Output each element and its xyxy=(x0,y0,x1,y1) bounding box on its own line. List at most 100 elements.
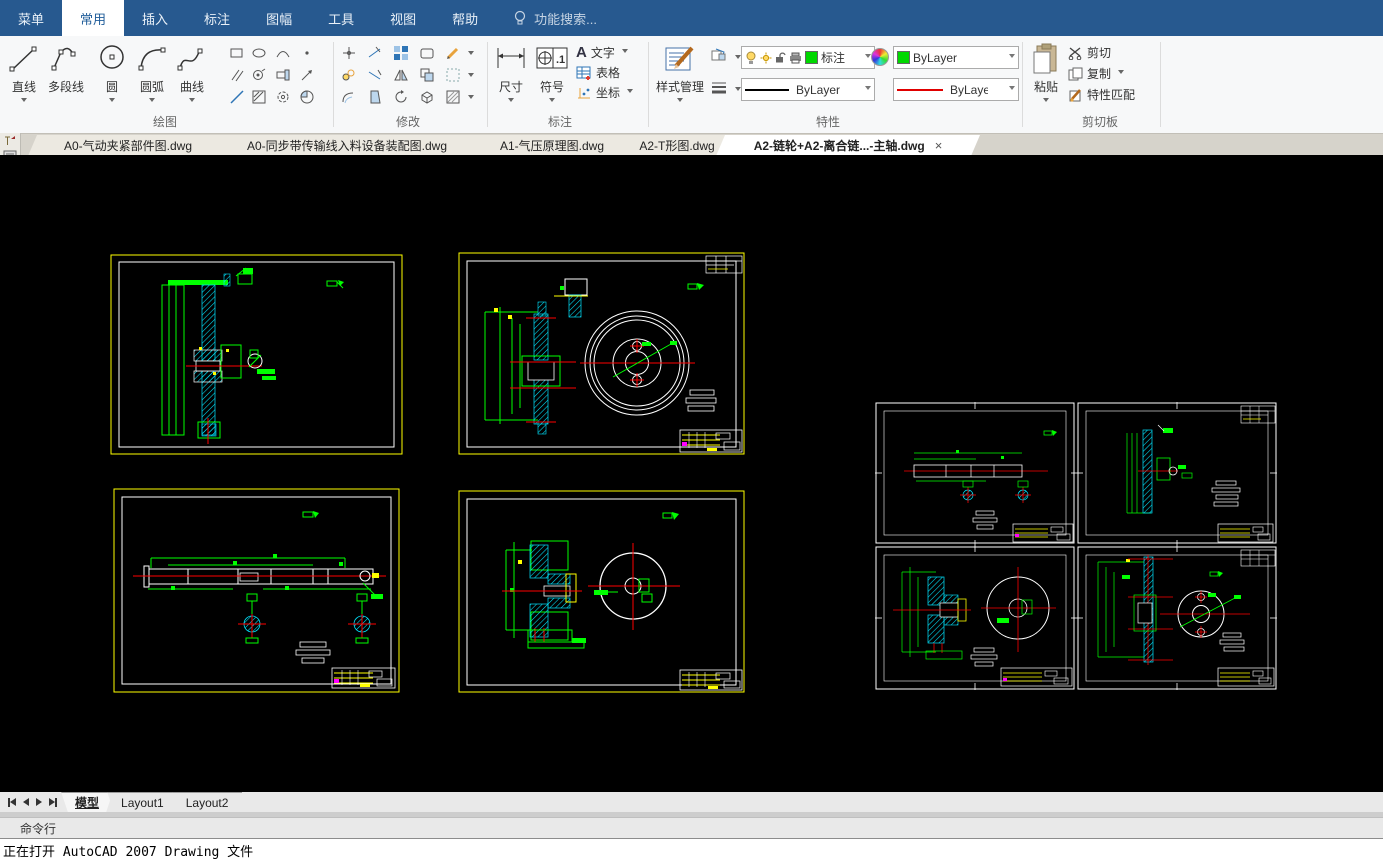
dropdown-caret xyxy=(1009,86,1015,93)
sheet-sprocket-section[interactable] xyxy=(110,254,403,455)
text-button[interactable]: A 文字 xyxy=(576,44,628,61)
table-button[interactable]: 表格 xyxy=(576,64,620,81)
lineweight-sample xyxy=(897,88,943,91)
dropdown-caret[interactable] xyxy=(462,66,480,84)
array-tool-icon[interactable] xyxy=(392,44,410,62)
tab-layout1[interactable]: Layout1 xyxy=(107,792,178,813)
hole-axle-tool-icon[interactable] xyxy=(274,66,292,84)
mini-top-table xyxy=(1240,405,1276,424)
menu-item-bangzhu[interactable]: 帮助 xyxy=(434,0,496,36)
doc-tab-5-active[interactable]: A2-链轮+A2-离合链...-主轴.dwg × xyxy=(716,135,980,156)
last-sheet-button[interactable] xyxy=(49,797,57,807)
revision-curve-tool-icon[interactable] xyxy=(274,44,292,62)
dropdown-caret xyxy=(508,98,514,105)
stretch-tool-icon[interactable] xyxy=(418,44,436,62)
command-panel-header: 命令行 xyxy=(0,817,1383,839)
construction-line-tool-icon[interactable] xyxy=(228,88,246,106)
dropdown-caret[interactable] xyxy=(462,44,480,62)
tool-curve-button[interactable]: 曲线 xyxy=(174,42,210,118)
tool-polyline-button[interactable]: 多段线 xyxy=(42,42,90,118)
color-wheel-icon[interactable] xyxy=(871,48,889,66)
tab-model[interactable]: 模型 xyxy=(61,792,113,813)
cut-button[interactable]: 剪切 xyxy=(1068,44,1111,61)
trim-tool-icon[interactable] xyxy=(366,44,384,62)
menu-bar: 菜单 常用 插入 标注 图幅 工具 视图 帮助 功能搜索... xyxy=(0,0,1383,36)
command-line-text: 正在打开 AutoCAD 2007 Drawing 文件 xyxy=(3,844,254,860)
move-tool-icon[interactable] xyxy=(340,44,358,62)
rectangle-tool-icon[interactable] xyxy=(228,44,246,62)
sheet-sprocket-wheel[interactable] xyxy=(458,252,745,455)
doc-tab-2[interactable]: A0-同步带传输线入料设备装配图.dwg xyxy=(202,135,492,156)
centering-tick-marks xyxy=(875,402,1277,690)
close-tab-icon[interactable]: × xyxy=(935,138,943,153)
gear-tool-icon[interactable] xyxy=(274,88,292,106)
drawing-canvas[interactable] xyxy=(0,155,1383,792)
point-tool-icon[interactable] xyxy=(298,44,316,62)
symbol-button[interactable]: .1 符号 xyxy=(534,42,570,118)
arrow-tool-icon[interactable] xyxy=(298,66,316,84)
rotate-tool-icon[interactable] xyxy=(392,88,410,106)
color-combo[interactable]: ByLayer xyxy=(893,46,1019,69)
dropdown-caret xyxy=(865,86,871,93)
coordinate-button[interactable]: 坐标 xyxy=(576,84,634,101)
scale-tool-icon[interactable] xyxy=(444,66,462,84)
menu-item-changyong-active[interactable]: 常用 xyxy=(62,0,125,36)
menu-item-tufu[interactable]: 图幅 xyxy=(248,0,310,36)
ellipse-tool-icon[interactable] xyxy=(250,44,268,62)
donut-tool-icon[interactable] xyxy=(250,66,268,84)
mini-title-block xyxy=(1217,523,1274,543)
sheet-cluster[interactable] xyxy=(875,402,1277,690)
dropdown-caret[interactable] xyxy=(462,88,480,106)
menu-item-shitu[interactable]: 视图 xyxy=(372,0,434,36)
hatch-tool-icon[interactable] xyxy=(250,88,268,106)
layer-combo[interactable]: 标注 xyxy=(741,46,875,69)
paste-button[interactable]: 粘贴 xyxy=(1028,42,1064,118)
fillet-tool-icon[interactable] xyxy=(340,88,358,106)
offset-tool-icon[interactable] xyxy=(418,66,436,84)
group-label-modify: 修改 xyxy=(395,115,420,129)
spline-icon xyxy=(177,48,203,71)
edit-pencil-icon[interactable] xyxy=(444,44,462,62)
doc-tab-3[interactable]: A1-气压原理图.dwg xyxy=(466,135,638,156)
dimension-button[interactable]: 尺寸 xyxy=(493,42,529,118)
layer-translate-icon[interactable] xyxy=(710,46,728,64)
linetype-combo[interactable]: ByLayer xyxy=(741,78,875,101)
mirror-tool-icon[interactable] xyxy=(392,66,410,84)
doc-tab-1[interactable]: A0-气动夹紧部件图.dwg xyxy=(28,135,228,156)
wipeout-tool-icon[interactable] xyxy=(298,88,316,106)
menu-item-gongju[interactable]: 工具 xyxy=(310,0,372,36)
command-line-input[interactable]: 正在打开 AutoCAD 2007 Drawing 文件 xyxy=(0,838,1383,860)
sheet-main-shaft[interactable] xyxy=(113,488,400,693)
chamfer-tool-icon[interactable] xyxy=(366,88,384,106)
sheet-clutch-part[interactable] xyxy=(458,490,745,693)
style-manager-button[interactable]: 样式管理 xyxy=(654,42,706,118)
next-sheet-button[interactable] xyxy=(36,798,42,806)
mini-sheet-clutch xyxy=(875,546,1075,690)
copy-tool-icon[interactable] xyxy=(340,66,358,84)
text-style-mini-icon[interactable] xyxy=(3,135,17,147)
tool-circle-button[interactable]: 圆 xyxy=(94,42,130,118)
function-search[interactable]: 功能搜索... xyxy=(514,0,597,36)
group-divider xyxy=(1160,42,1161,127)
parallel-lines-tool-icon[interactable] xyxy=(228,66,246,84)
3d-box-tool-icon[interactable] xyxy=(418,88,436,106)
tool-arc-button[interactable]: 圆弧 xyxy=(134,42,170,118)
line-icon xyxy=(9,46,37,72)
menu-item-caidan[interactable]: 菜单 xyxy=(0,0,62,36)
copy-pages-icon xyxy=(1068,67,1083,80)
lineweight-menu-icon[interactable] xyxy=(710,78,728,96)
hatch-edit-tool-icon[interactable] xyxy=(444,88,462,106)
tab-layout2[interactable]: Layout2 xyxy=(172,792,243,813)
copy-button[interactable]: 复制 xyxy=(1068,65,1125,82)
match-properties-button[interactable]: 特性匹配 xyxy=(1068,86,1135,103)
extend-tool-icon[interactable] xyxy=(366,66,384,84)
dropdown-caret xyxy=(549,98,555,105)
dropdown-caret xyxy=(621,48,628,56)
tool-line-button[interactable]: 直线 xyxy=(6,42,42,118)
first-sheet-button[interactable] xyxy=(8,797,16,807)
prev-sheet-button[interactable] xyxy=(23,798,29,806)
lineweight-combo[interactable]: ByLayer xyxy=(893,78,1019,101)
menu-item-biaozhu[interactable]: 标注 xyxy=(186,0,248,36)
color-value: ByLayer xyxy=(913,50,958,65)
menu-item-charu[interactable]: 插入 xyxy=(124,0,186,36)
